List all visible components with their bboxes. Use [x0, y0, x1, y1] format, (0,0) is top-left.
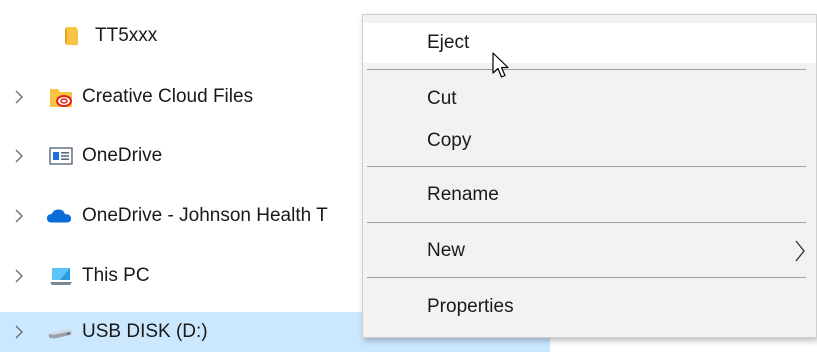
usb-drive-icon	[47, 320, 73, 344]
menu-item-label: Rename	[427, 184, 499, 205]
chevron-right-icon[interactable]	[12, 77, 26, 117]
tree-item-label: This PC	[82, 265, 150, 286]
menu-item-eject[interactable]: Eject	[363, 23, 816, 63]
menu-item-properties[interactable]: Properties	[363, 287, 816, 327]
this-pc-icon	[48, 264, 74, 288]
chevron-right-icon[interactable]	[12, 196, 26, 236]
context-menu: Eject Cut Copy Rename New Properties	[362, 14, 817, 338]
menu-separator	[367, 69, 806, 70]
menu-separator	[367, 277, 806, 278]
chevron-right-icon[interactable]	[12, 136, 26, 176]
chevron-right-icon[interactable]	[12, 312, 26, 352]
tree-item-label: TT5xxx	[95, 25, 158, 46]
menu-separator	[367, 166, 806, 167]
menu-item-rename[interactable]: Rename	[363, 175, 816, 215]
menu-item-label: Eject	[427, 32, 470, 53]
chevron-right-icon[interactable]	[12, 256, 26, 296]
menu-item-label: Properties	[427, 296, 514, 317]
menu-item-label: New	[427, 240, 466, 261]
menu-item-label: Copy	[427, 130, 472, 151]
mouse-cursor-icon	[492, 52, 512, 85]
menu-item-label: Cut	[427, 88, 457, 109]
tree-item-label: USB DISK (D:)	[82, 321, 208, 342]
menu-item-copy[interactable]: Copy	[363, 121, 816, 161]
menu-item-new[interactable]: New	[363, 231, 816, 271]
tree-item-label: OneDrive	[82, 145, 163, 166]
creative-cloud-folder-icon	[48, 85, 74, 109]
folder-icon	[60, 24, 86, 48]
menu-item-cut[interactable]: Cut	[363, 79, 816, 119]
tree-item-label: OneDrive - Johnson Health T	[82, 205, 328, 226]
onedrive-window-icon	[48, 144, 74, 168]
onedrive-cloud-icon	[46, 204, 72, 228]
tree-item-label: Creative Cloud Files	[82, 86, 254, 107]
menu-separator	[367, 222, 806, 223]
chevron-right-icon	[794, 240, 806, 268]
